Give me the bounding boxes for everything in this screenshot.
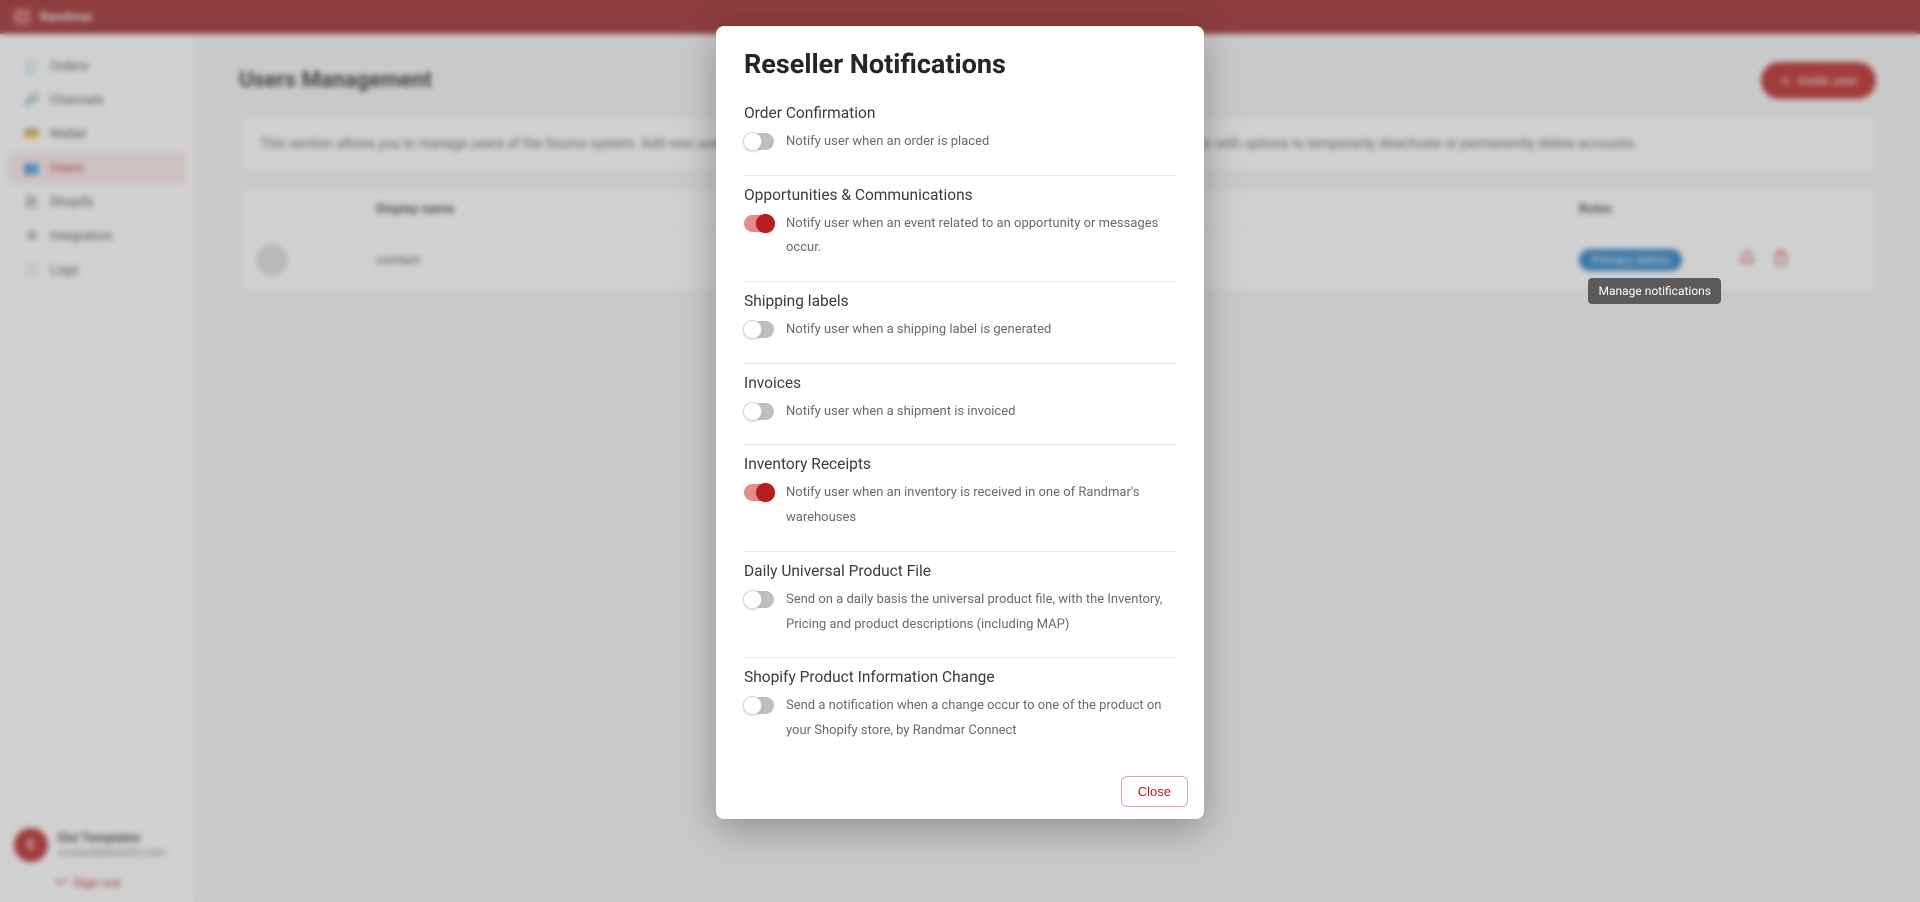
toggle-shopify-change[interactable] — [744, 697, 774, 714]
section-invoices: Invoices Notify user when a shipment is … — [744, 364, 1176, 446]
modal-overlay[interactable]: Manage notifications Reseller Notificati… — [0, 0, 1920, 902]
section-desc: Notify user when a shipping label is gen… — [786, 318, 1051, 343]
section-desc: Notify user when an inventory is receive… — [786, 481, 1176, 530]
toggle-order-confirmation[interactable] — [744, 133, 774, 150]
section-desc: Notify user when a shipment is invoiced — [786, 400, 1015, 425]
section-title: Inventory Receipts — [744, 455, 1176, 473]
toggle-daily-upf[interactable] — [744, 591, 774, 608]
section-desc: Notify user when an order is placed — [786, 130, 989, 155]
section-title: Opportunities & Communications — [744, 186, 1176, 204]
section-shipping-labels: Shipping labels Notify user when a shipp… — [744, 282, 1176, 364]
section-desc: Send on a daily basis the universal prod… — [786, 588, 1176, 637]
section-shopify-change: Shopify Product Information Change Send … — [744, 658, 1176, 763]
tooltip-manage-notifications: Manage notifications — [1588, 278, 1721, 304]
section-title: Order Confirmation — [744, 104, 1176, 122]
section-daily-upf: Daily Universal Product File Send on a d… — [744, 552, 1176, 658]
section-title: Shopify Product Information Change — [744, 668, 1176, 686]
toggle-invoices[interactable] — [744, 403, 774, 420]
section-title: Invoices — [744, 374, 1176, 392]
close-button[interactable]: Close — [1121, 776, 1188, 807]
section-title: Shipping labels — [744, 292, 1176, 310]
modal-title: Reseller Notifications — [744, 48, 1176, 80]
notifications-modal: Reseller Notifications Order Confirmatio… — [716, 26, 1204, 819]
modal-scroll[interactable]: Reseller Notifications Order Confirmatio… — [716, 26, 1204, 764]
section-desc: Send a notification when a change occur … — [786, 694, 1176, 743]
section-title: Daily Universal Product File — [744, 562, 1176, 580]
section-order-confirmation: Order Confirmation Notify user when an o… — [744, 94, 1176, 176]
section-opportunities: Opportunities & Communications Notify us… — [744, 176, 1176, 282]
toggle-opportunities[interactable] — [744, 215, 774, 232]
section-desc: Notify user when an event related to an … — [786, 212, 1176, 261]
section-inventory-receipts: Inventory Receipts Notify user when an i… — [744, 445, 1176, 551]
toggle-shipping-labels[interactable] — [744, 321, 774, 338]
toggle-inventory-receipts[interactable] — [744, 484, 774, 501]
